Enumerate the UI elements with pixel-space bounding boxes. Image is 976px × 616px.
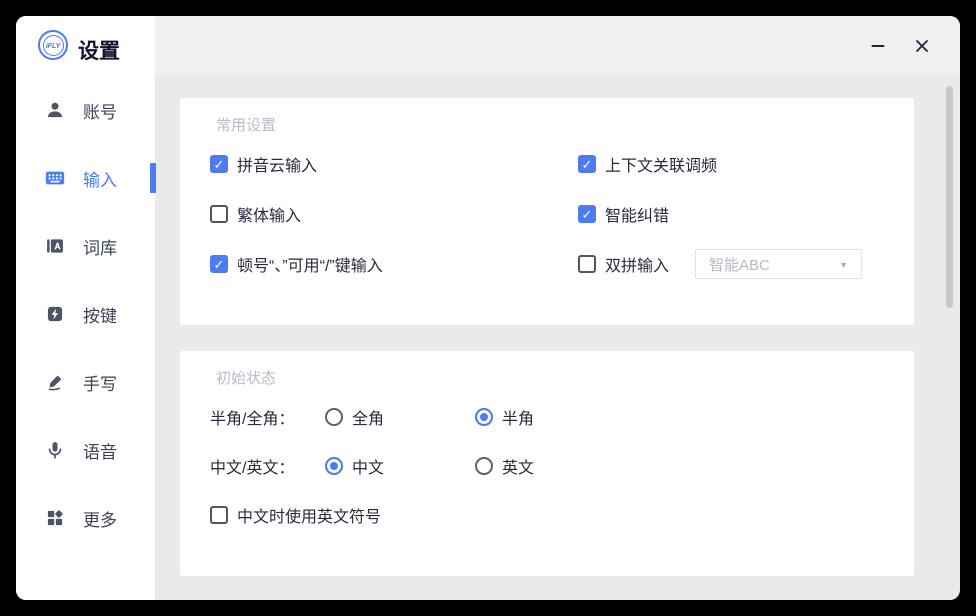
checkbox[interactable] xyxy=(578,155,596,173)
radio-button[interactable] xyxy=(475,457,493,475)
lexicon-icon xyxy=(44,235,66,257)
radio-label: 半角 xyxy=(502,405,534,429)
option-context-tuning: 上下文关联调频 xyxy=(578,139,914,189)
option-label: 智能纠错 xyxy=(605,202,669,226)
chevron-down-icon xyxy=(839,255,848,273)
row-label-chinese-english: 中文/英文： xyxy=(210,441,325,490)
page-title: 设置 xyxy=(78,35,120,65)
radio-button[interactable] xyxy=(475,408,493,426)
checkbox[interactable] xyxy=(210,506,228,524)
radio-option-chinese: 中文 xyxy=(325,441,475,490)
radio-option-english: 英文 xyxy=(475,441,914,490)
sidebar-item-keypress[interactable]: 按键 xyxy=(16,280,155,348)
option-dunhao-slash-key: 顿号“、”可用“/”键输入 xyxy=(210,239,578,289)
sidebar-item-account[interactable]: 账号 xyxy=(16,76,155,144)
sidebar-item-more[interactable]: 更多 xyxy=(16,484,155,552)
content-area: 常用设置 拼音云输入 上下文关联调频 繁体输入 智能纠错 xyxy=(155,75,960,600)
common-settings-options: 拼音云输入 上下文关联调频 繁体输入 智能纠错 顿号“、”可用“/”键输入 xyxy=(180,139,914,289)
scrollbar-thumb[interactable] xyxy=(946,86,953,308)
option-label: 拼音云输入 xyxy=(237,152,317,176)
checkbox[interactable] xyxy=(210,255,228,273)
keyboard-icon xyxy=(44,167,66,189)
option-english-punctuation-in-chinese: 中文时使用英文符号 xyxy=(180,490,914,540)
initial-state-card: 初始状态 半角/全角： 全角 半角 中文/英文： 中文 英文 xyxy=(180,351,914,576)
close-button[interactable] xyxy=(914,38,930,54)
sidebar-item-voice[interactable]: 语音 xyxy=(16,416,155,484)
sidebar-item-label: 账号 xyxy=(83,98,117,123)
sidebar-item-lexicon[interactable]: 词库 xyxy=(16,212,155,280)
option-label: 中文时使用英文符号 xyxy=(237,503,381,527)
voice-icon xyxy=(44,439,66,461)
settings-window: iFLY 设置 账号 输入 词库 xyxy=(16,16,960,600)
radio-option-fullwidth: 全角 xyxy=(325,392,475,441)
sidebar-item-label: 按键 xyxy=(83,302,117,327)
ifly-logo-icon: iFLY xyxy=(38,30,68,60)
sidebar: iFLY 设置 账号 输入 词库 xyxy=(16,16,155,600)
sidebar-item-handwriting[interactable]: 手写 xyxy=(16,348,155,416)
checkbox[interactable] xyxy=(210,155,228,173)
checkbox[interactable] xyxy=(578,255,596,273)
logo-text: iFLY xyxy=(43,35,64,56)
sidebar-nav: 账号 输入 词库 按键 xyxy=(16,76,155,552)
sidebar-item-label: 更多 xyxy=(83,506,117,531)
radio-button[interactable] xyxy=(325,457,343,475)
option-traditional-input: 繁体输入 xyxy=(210,189,578,239)
radio-label: 全角 xyxy=(352,405,384,429)
option-label: 上下文关联调频 xyxy=(605,152,717,176)
sidebar-item-label: 输入 xyxy=(83,166,117,191)
handwriting-icon xyxy=(44,371,66,393)
keypress-icon xyxy=(44,303,66,325)
shuangpin-scheme-value: 智能ABC xyxy=(709,254,770,275)
radio-label: 中文 xyxy=(352,454,384,478)
sidebar-item-label: 词库 xyxy=(83,234,117,259)
row-label-halfwidth-fullwidth: 半角/全角： xyxy=(210,392,325,441)
option-smart-correction: 智能纠错 xyxy=(578,189,914,239)
shuangpin-scheme-select[interactable]: 智能ABC xyxy=(695,249,862,279)
sidebar-item-input[interactable]: 输入 xyxy=(16,144,155,212)
titlebar xyxy=(16,16,960,75)
active-indicator xyxy=(150,163,156,193)
common-settings-card: 常用设置 拼音云输入 上下文关联调频 繁体输入 智能纠错 xyxy=(180,98,914,325)
sidebar-item-label: 手写 xyxy=(83,370,117,395)
close-icon xyxy=(914,38,930,54)
checkbox[interactable] xyxy=(210,205,228,223)
sidebar-item-label: 语音 xyxy=(83,438,117,463)
radio-button[interactable] xyxy=(325,408,343,426)
option-label: 双拼输入 xyxy=(605,252,669,276)
option-pinyin-cloud: 拼音云输入 xyxy=(210,139,578,189)
section-title-common: 常用设置 xyxy=(180,98,914,135)
radio-option-halfwidth: 半角 xyxy=(475,392,914,441)
checkbox[interactable] xyxy=(578,205,596,223)
minimize-icon xyxy=(870,38,886,54)
user-icon xyxy=(44,99,66,121)
option-shuangpin-input: 双拼输入 智能ABC xyxy=(578,239,914,289)
section-title-initial: 初始状态 xyxy=(180,351,914,388)
option-label: 顿号“、”可用“/”键输入 xyxy=(237,252,383,276)
minimize-button[interactable] xyxy=(870,38,886,54)
initial-state-rows: 半角/全角： 全角 半角 中文/英文： 中文 英文 xyxy=(180,392,914,490)
option-label: 繁体输入 xyxy=(237,202,301,226)
more-icon xyxy=(44,507,66,529)
radio-label: 英文 xyxy=(502,454,534,478)
